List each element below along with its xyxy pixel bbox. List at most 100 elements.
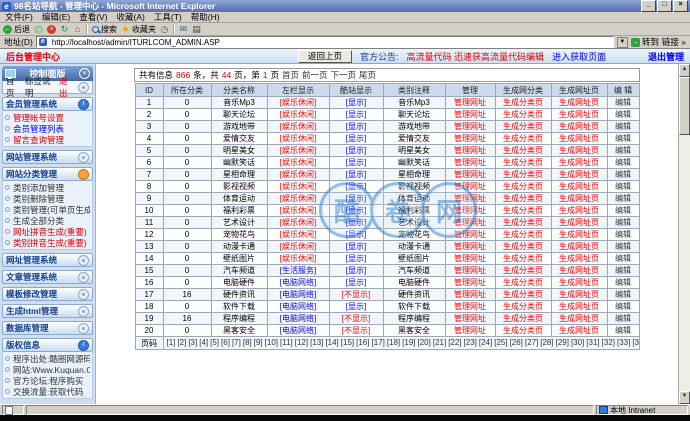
cell-visibility-link[interactable]: [显示] (346, 278, 366, 287)
cell-visibility-link[interactable]: [不显示] (342, 326, 370, 335)
page-number-link[interactable]: [33] (617, 338, 630, 347)
cell-group-link[interactable]: [娱乐休闲] (280, 146, 316, 155)
sidebar-section[interactable]: 网站分类管理 (2, 167, 93, 181)
cell-visibility-link[interactable]: [显示] (346, 194, 366, 203)
page-number-link[interactable]: [8] (243, 338, 252, 347)
cell-visibility-link[interactable]: [显示] (346, 110, 366, 119)
page-number-link[interactable]: [10] (265, 338, 278, 347)
cell-visibility-link[interactable]: [显示] (346, 170, 366, 179)
sidebar-section[interactable]: 数据库管理 (2, 321, 93, 335)
page-number-link[interactable]: [28] (540, 338, 553, 347)
search-button[interactable]: 搜索 (92, 24, 117, 35)
cell-group-link[interactable]: [娱乐休闲] (280, 242, 316, 251)
page-number-link[interactable]: [25] (494, 338, 507, 347)
sidebar-item[interactable]: 会员管理列表 (5, 123, 90, 134)
edit-link[interactable]: 编辑 (615, 230, 631, 239)
back-page-button[interactable]: 返回上页 (298, 50, 352, 63)
manage-urls-link[interactable]: 管理网址 (454, 254, 486, 263)
sidebar-item[interactable]: 程序出处:酷圈网源码 (5, 353, 90, 364)
generate-category-page-link[interactable]: 生成分类页 (503, 218, 543, 227)
generate-url-page-link[interactable]: 生成网址页 (559, 302, 599, 311)
manage-urls-link[interactable]: 管理网址 (454, 326, 486, 335)
cell-visibility-link[interactable]: [显示] (346, 302, 366, 311)
menu-item[interactable]: 工具(T) (154, 11, 182, 23)
stop-button[interactable]: × (47, 25, 56, 34)
generate-category-page-link[interactable]: 生成分类页 (503, 194, 543, 203)
page-number-link[interactable]: [20] (418, 338, 431, 347)
edit-link[interactable]: 编辑 (615, 278, 631, 287)
page-nav-link[interactable]: 前一页 (302, 69, 328, 81)
page-nav-link[interactable]: 首页 (282, 69, 299, 81)
close-button[interactable]: × (673, 0, 688, 12)
scroll-thumb[interactable] (679, 77, 690, 135)
sidebar-section[interactable]: 生成html管理 (2, 304, 93, 318)
notice-link[interactable]: 进入获取页面 (552, 50, 606, 63)
cell-visibility-link[interactable]: [显示] (346, 182, 366, 191)
page-number-link[interactable]: [13] (310, 338, 323, 347)
cell-visibility-link[interactable]: [显示] (346, 218, 366, 227)
toggle-active-icon[interactable] (78, 169, 89, 180)
cell-group-link[interactable]: [电脑网络] (280, 290, 316, 299)
page-number-link[interactable]: [34] (632, 338, 639, 347)
generate-category-page-link[interactable]: 生成分类页 (503, 122, 543, 131)
sidebar-section[interactable]: 版权信息i (2, 338, 93, 352)
manage-urls-link[interactable]: 管理网址 (454, 146, 486, 155)
cell-visibility-link[interactable]: [显示] (346, 242, 366, 251)
refresh-button[interactable]: ↻ (60, 25, 69, 34)
generate-url-page-link[interactable]: 生成网址页 (559, 122, 599, 131)
manage-urls-link[interactable]: 管理网址 (454, 182, 486, 191)
edit-link[interactable]: 编辑 (615, 254, 631, 263)
page-number-link[interactable]: [14] (325, 338, 338, 347)
generate-url-page-link[interactable]: 生成网址页 (559, 254, 599, 263)
page-number-link[interactable]: [18] (387, 338, 400, 347)
page-number-link[interactable]: [1] (167, 338, 176, 347)
generate-category-page-link[interactable]: 生成分类页 (503, 314, 543, 323)
edit-link[interactable]: 编辑 (615, 242, 631, 251)
cell-group-link[interactable]: [娱乐休闲] (280, 206, 316, 215)
manage-urls-link[interactable]: 管理网址 (454, 98, 486, 107)
sidebar-item[interactable]: 生成全部分类 (5, 215, 90, 226)
panel-close-icon[interactable]: × (79, 68, 90, 79)
sidebar-item[interactable]: 网站:Www.Kuquan.Com (5, 364, 90, 375)
cell-visibility-link[interactable]: [显示] (346, 134, 366, 143)
page-number-link[interactable]: [16] (356, 338, 369, 347)
cell-group-link[interactable]: [娱乐休闲] (280, 122, 316, 131)
sidebar-item[interactable]: 交换流量:获取代码 (5, 386, 90, 397)
sidebar-top-link[interactable]: 退出 (59, 75, 74, 99)
page-number-link[interactable]: [17] (371, 338, 384, 347)
history-button[interactable]: ◷ (160, 25, 169, 34)
page-number-link[interactable]: [29] (556, 338, 569, 347)
cell-group-link[interactable]: [娱乐休闲] (280, 218, 316, 227)
back-button[interactable]: ←后退 (3, 24, 30, 35)
vertical-scrollbar[interactable]: ▲ ▼ (678, 64, 690, 404)
cell-group-link[interactable]: [电脑网络] (280, 278, 316, 287)
scroll-up-icon[interactable]: ▲ (679, 64, 690, 77)
page-number-link[interactable]: [11] (280, 338, 293, 347)
cell-group-link[interactable]: [电脑网络] (280, 326, 316, 335)
page-number-link[interactable]: [30] (571, 338, 584, 347)
menu-item[interactable]: 查看(V) (79, 11, 107, 23)
page-number-link[interactable]: [2] (177, 338, 186, 347)
edit-link[interactable]: 编辑 (615, 218, 631, 227)
generate-category-page-link[interactable]: 生成分类页 (503, 290, 543, 299)
page-nav-link[interactable]: 尾页 (359, 69, 376, 81)
generate-url-page-link[interactable]: 生成网址页 (559, 266, 599, 275)
generate-category-page-link[interactable]: 生成分类页 (503, 134, 543, 143)
cell-visibility-link[interactable]: [显示] (346, 254, 366, 263)
print-button[interactable]: ▤ (192, 25, 201, 34)
sidebar-item[interactable]: 官方论坛:程序购买 (5, 375, 90, 386)
edit-link[interactable]: 编辑 (615, 170, 631, 179)
edit-link[interactable]: 编辑 (615, 134, 631, 143)
sidebar-section[interactable]: 会员管理系统i (2, 97, 93, 111)
generate-url-page-link[interactable]: 生成网址页 (559, 134, 599, 143)
page-number-link[interactable]: [7] (232, 338, 241, 347)
cell-group-link[interactable]: [电脑网络] (280, 314, 316, 323)
manage-urls-link[interactable]: 管理网址 (454, 158, 486, 167)
page-number-link[interactable]: [15] (341, 338, 354, 347)
sidebar-top-link[interactable]: 标签说明 (25, 75, 55, 99)
page-number-link[interactable]: [19] (402, 338, 415, 347)
manage-urls-link[interactable]: 管理网址 (454, 110, 486, 119)
manage-urls-link[interactable]: 管理网址 (454, 230, 486, 239)
cell-group-link[interactable]: [娱乐休闲] (280, 110, 316, 119)
page-number-link[interactable]: [9] (254, 338, 263, 347)
